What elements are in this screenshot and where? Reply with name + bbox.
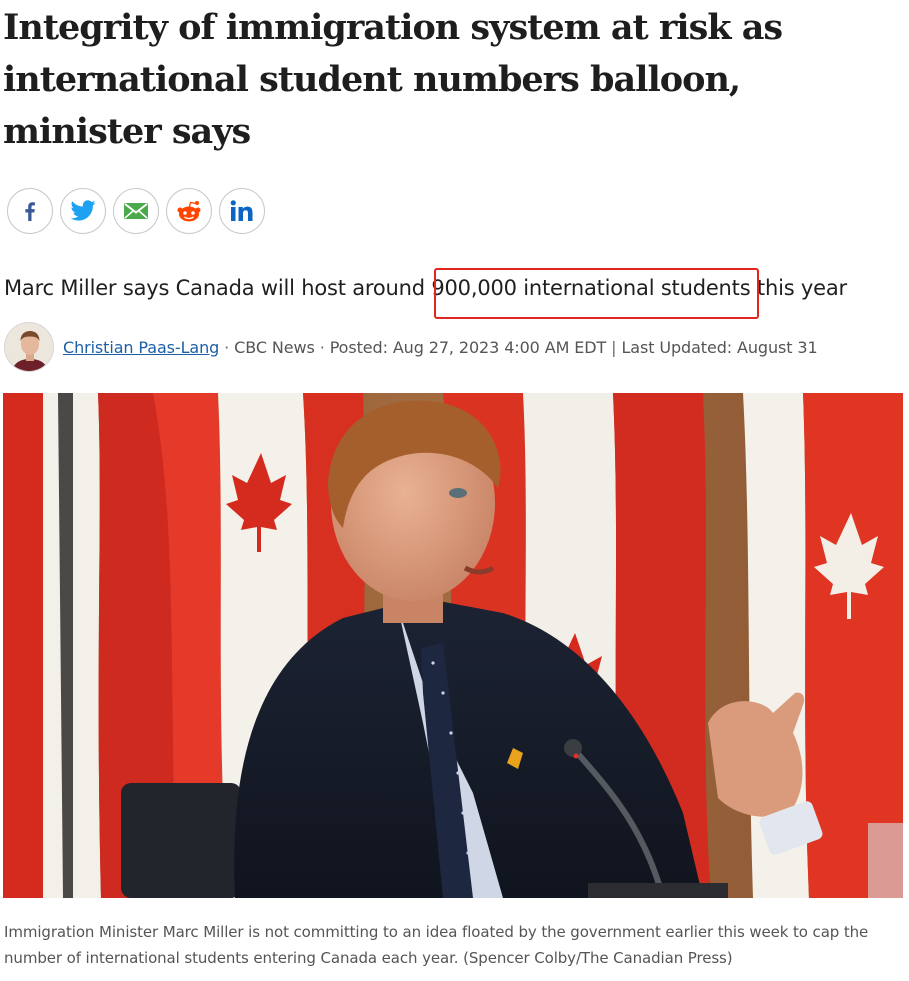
share-facebook-button[interactable]: [7, 188, 53, 234]
byline-text: Christian Paas-Lang · CBC News · Posted:…: [63, 338, 818, 357]
article-headline: Integrity of immigration system at risk …: [3, 7, 783, 152]
byline-separator: ·: [314, 337, 330, 357]
share-bar: [7, 188, 265, 234]
byline-separator: ·: [219, 337, 235, 357]
linkedin-icon: [230, 200, 253, 221]
facebook-icon: [25, 202, 35, 221]
share-email-button[interactable]: [113, 188, 159, 234]
share-twitter-button[interactable]: [60, 188, 106, 234]
posted-date: Posted: Aug 27, 2023 4:00 AM EDT: [329, 337, 607, 357]
outlet-name: CBC News: [234, 337, 315, 357]
updated-date: Last Updated: August 31: [621, 337, 818, 357]
article-deck: Marc Miller says Canada will host around…: [4, 272, 847, 304]
byline: Christian Paas-Lang · CBC News · Posted:…: [4, 322, 818, 372]
author-link[interactable]: Christian Paas-Lang: [63, 338, 219, 357]
email-icon: [124, 203, 148, 219]
author-avatar[interactable]: [4, 322, 54, 372]
reddit-icon: [177, 201, 201, 222]
deck-text-highlighted: 900,000 international students: [431, 276, 751, 300]
byline-divider: |: [606, 337, 622, 357]
photo-caption: Immigration Minister Marc Miller is not …: [4, 923, 869, 967]
deck-text-after: this year: [750, 276, 847, 300]
twitter-icon: [70, 200, 96, 221]
share-linkedin-button[interactable]: [219, 188, 265, 234]
share-reddit-button[interactable]: [166, 188, 212, 234]
deck-text-before: Marc Miller says Canada will host around: [4, 276, 432, 300]
article-photo: [3, 393, 903, 898]
